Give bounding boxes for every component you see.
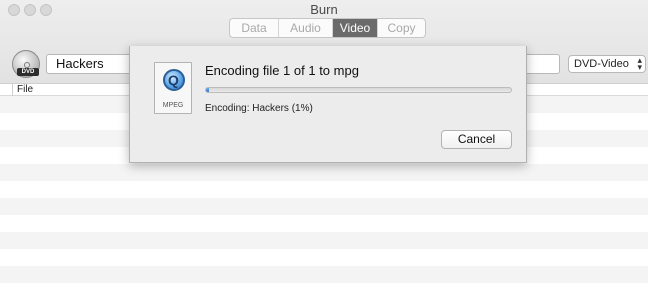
table-row [0, 283, 648, 298]
format-select-value: DVD-Video [574, 58, 629, 70]
window-title: Burn [310, 2, 338, 17]
table-row [0, 266, 648, 283]
progress-fill [206, 88, 210, 92]
encoding-progress-sheet: Q MPEG Encoding file 1 of 1 to mpg Encod… [129, 46, 527, 163]
cancel-button[interactable]: Cancel [441, 130, 512, 149]
tab-copy[interactable]: Copy [378, 19, 425, 37]
encoding-status: Encoding: Hackers (1%) [205, 103, 313, 114]
encoding-title: Encoding file 1 of 1 to mpg [205, 63, 359, 78]
dvd-disc-icon: DVD [12, 50, 40, 78]
tab-data[interactable]: Data [230, 19, 279, 37]
table-row [0, 164, 648, 181]
table-row [0, 181, 648, 198]
tab-audio[interactable]: Audio [279, 19, 333, 37]
tab-video[interactable]: Video [333, 19, 378, 37]
updown-chevron-icon: ▴ ▾ [637, 55, 642, 72]
encoding-progress-bar [205, 87, 512, 93]
table-row [0, 232, 648, 249]
column-header-file[interactable]: File [12, 84, 33, 96]
file-icon-label: MPEG [162, 102, 184, 109]
format-select[interactable]: DVD-Video ▴ ▾ [568, 55, 646, 73]
table-row [0, 215, 648, 232]
disc-label: DVD [17, 68, 39, 76]
quicktime-mpeg-file-icon: Q MPEG [154, 62, 192, 114]
burn-window: Burn Data Audio Video Copy DVD Hackers D… [0, 0, 648, 298]
table-row [0, 249, 648, 266]
mode-tabs: Data Audio Video Copy [229, 18, 426, 38]
table-row [0, 198, 648, 215]
